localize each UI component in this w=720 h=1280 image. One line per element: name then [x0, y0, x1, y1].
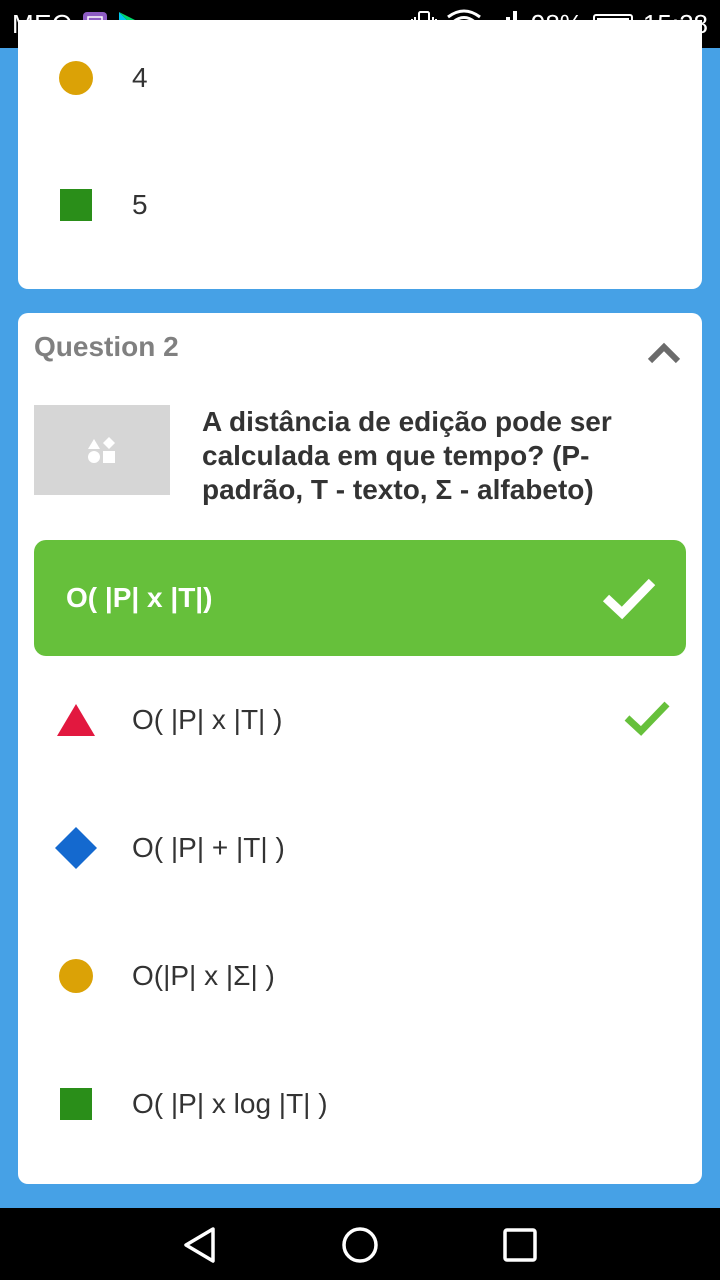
chevron-up-icon[interactable]	[644, 333, 684, 373]
answer-option[interactable]: O(|P| x |Σ| )	[36, 918, 684, 1034]
answer-option[interactable]: O( |P| x |T| )	[36, 662, 684, 778]
circle-shape-icon	[59, 959, 93, 993]
back-icon[interactable]	[181, 1226, 219, 1264]
question-header: Question 2	[34, 331, 179, 362]
answer-option[interactable]: O( |P| x log |T| )	[36, 1046, 684, 1162]
option-label: O( |P| x |T| )	[132, 704, 283, 735]
correct-answer-banner: O( |P| x |T|)	[34, 540, 686, 656]
option-label: O( |P| x log |T| )	[132, 1088, 328, 1119]
correct-answer-text: O( |P| x |T|)	[66, 582, 213, 613]
navigation-bar	[0, 1208, 720, 1280]
question-card: Question 2 A distância de edição pode se…	[18, 313, 702, 1184]
answer-option[interactable]: O( |P| + |T| )	[36, 790, 684, 906]
answer-option[interactable]: 4	[36, 20, 684, 136]
home-icon[interactable]	[341, 1226, 379, 1264]
option-label: O(|P| x |Σ| )	[132, 960, 275, 991]
correct-check-icon	[624, 701, 670, 736]
square-shape-icon	[60, 189, 92, 221]
previous-question-card: 4 5	[18, 20, 702, 289]
recents-icon[interactable]	[501, 1226, 539, 1264]
question-text: A distância de edição pode ser calculada…	[202, 406, 612, 505]
checkmark-icon	[602, 578, 656, 620]
question-image-placeholder	[34, 405, 170, 495]
circle-shape-icon	[59, 61, 93, 95]
triangle-shape-icon	[57, 704, 95, 736]
shapes-icon	[88, 437, 115, 463]
option-label: 4	[132, 62, 148, 93]
square-shape-icon	[60, 1088, 92, 1120]
answer-option[interactable]: 5	[36, 147, 684, 263]
option-label: 5	[132, 189, 148, 220]
option-label: O( |P| + |T| )	[132, 832, 285, 863]
diamond-shape-icon	[55, 827, 97, 869]
